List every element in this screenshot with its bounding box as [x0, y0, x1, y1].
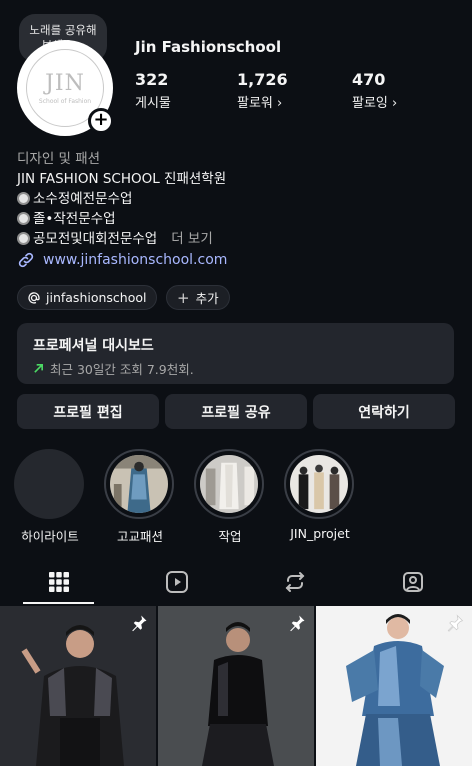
highlight-label: 고교패션 — [116, 529, 163, 544]
dashboard-subtitle: 최근 30일간 조회 7.9천회. — [50, 362, 194, 377]
avatar-logo-text: JIN — [45, 71, 85, 96]
profile-website-link[interactable]: www.jinfashionschool.com — [17, 251, 227, 269]
stat-following[interactable]: 470 팔로잉 › — [352, 70, 397, 111]
profile-category: 디자인 및 패션 — [17, 151, 101, 167]
bio-more-link[interactable]: 더 보기 — [171, 231, 213, 247]
bio-item: 공모전및대회전문수업 더 보기 — [17, 227, 213, 247]
dashboard-title: 프로페셔널 대시보드 — [33, 338, 154, 354]
pin-icon — [132, 615, 147, 632]
tagged-icon — [403, 572, 423, 592]
link-icon — [18, 252, 34, 268]
grid-icon — [49, 572, 69, 592]
threads-handle: jinfashionschool — [46, 290, 147, 305]
website-url: www.jinfashionschool.com — [43, 252, 228, 268]
profile-username: Jin Fashionschool — [135, 38, 282, 56]
bio-item: 졸•작전문수업 — [17, 207, 115, 227]
highlight-item[interactable]: 작업 — [194, 449, 266, 545]
post-thumbnail[interactable] — [0, 606, 156, 766]
bio-item: 소수정예전문수업 — [17, 187, 132, 207]
professional-dashboard[interactable]: 프로페셔널 대시보드 최근 30일간 조회 7.9천회. — [17, 323, 454, 384]
highlight-cover-image — [200, 455, 258, 513]
tab-tagged[interactable] — [354, 560, 472, 604]
threads-chip[interactable]: jinfashionschool — [17, 285, 158, 310]
avatar-logo-sub: School of Fashion — [38, 98, 92, 105]
tab-reposts[interactable] — [236, 560, 354, 604]
repost-icon — [285, 572, 305, 592]
highlight-item[interactable]: 고교패션 — [104, 449, 176, 545]
stat-posts-label: 게시물 — [135, 96, 171, 111]
highlight-cover-image — [290, 455, 348, 513]
pin-icon — [447, 614, 464, 632]
stat-posts-value: 322 — [135, 70, 169, 89]
highlight-label: JIN_projet — [290, 526, 350, 541]
contact-button[interactable]: 연락하기 — [313, 394, 455, 429]
highlight-cover-image — [110, 455, 168, 513]
stat-following-value: 470 — [352, 70, 386, 89]
profile-tab-bar — [0, 560, 472, 604]
edit-profile-button[interactable]: 프로필 편집 — [17, 394, 159, 429]
stat-followers[interactable]: 1,726 팔로워 › — [237, 70, 288, 111]
add-chip[interactable]: + 추가 — [166, 285, 230, 310]
bullet-icon — [17, 192, 30, 205]
threads-icon — [28, 291, 40, 304]
tab-posts-grid[interactable] — [0, 560, 118, 604]
trend-up-icon — [34, 364, 43, 373]
stat-following-label: 팔로잉 › — [352, 96, 398, 111]
active-tab-indicator — [23, 602, 94, 604]
add-story-plus-icon[interactable]: + — [88, 108, 114, 134]
highlight-item[interactable]: JIN_projet — [284, 449, 356, 541]
bullet-icon — [17, 232, 30, 245]
bio-title: JIN FASHION SCHOOL 진패션학원 — [17, 171, 227, 187]
bullet-icon — [17, 212, 30, 225]
tab-reels[interactable] — [118, 560, 236, 604]
share-profile-button[interactable]: 프로필 공유 — [165, 394, 307, 429]
post-thumbnail[interactable] — [316, 606, 472, 766]
plus-icon: + — [177, 288, 190, 307]
highlight-label: 하이라이트 — [21, 529, 79, 544]
stat-followers-label: 팔로워 › — [237, 96, 283, 111]
highlight-new-circle — [14, 449, 84, 519]
pin-icon — [290, 615, 305, 632]
note-line-1: 노래를 공유해 — [29, 23, 97, 37]
add-chip-label: 추가 — [195, 291, 219, 306]
highlight-new[interactable]: 하이라이트 — [14, 449, 86, 545]
reels-icon — [166, 571, 188, 593]
post-thumbnail[interactable] — [158, 606, 314, 766]
highlight-label: 작업 — [218, 529, 242, 544]
stat-posts: 322 게시물 — [135, 70, 171, 111]
stat-followers-value: 1,726 — [237, 70, 288, 89]
